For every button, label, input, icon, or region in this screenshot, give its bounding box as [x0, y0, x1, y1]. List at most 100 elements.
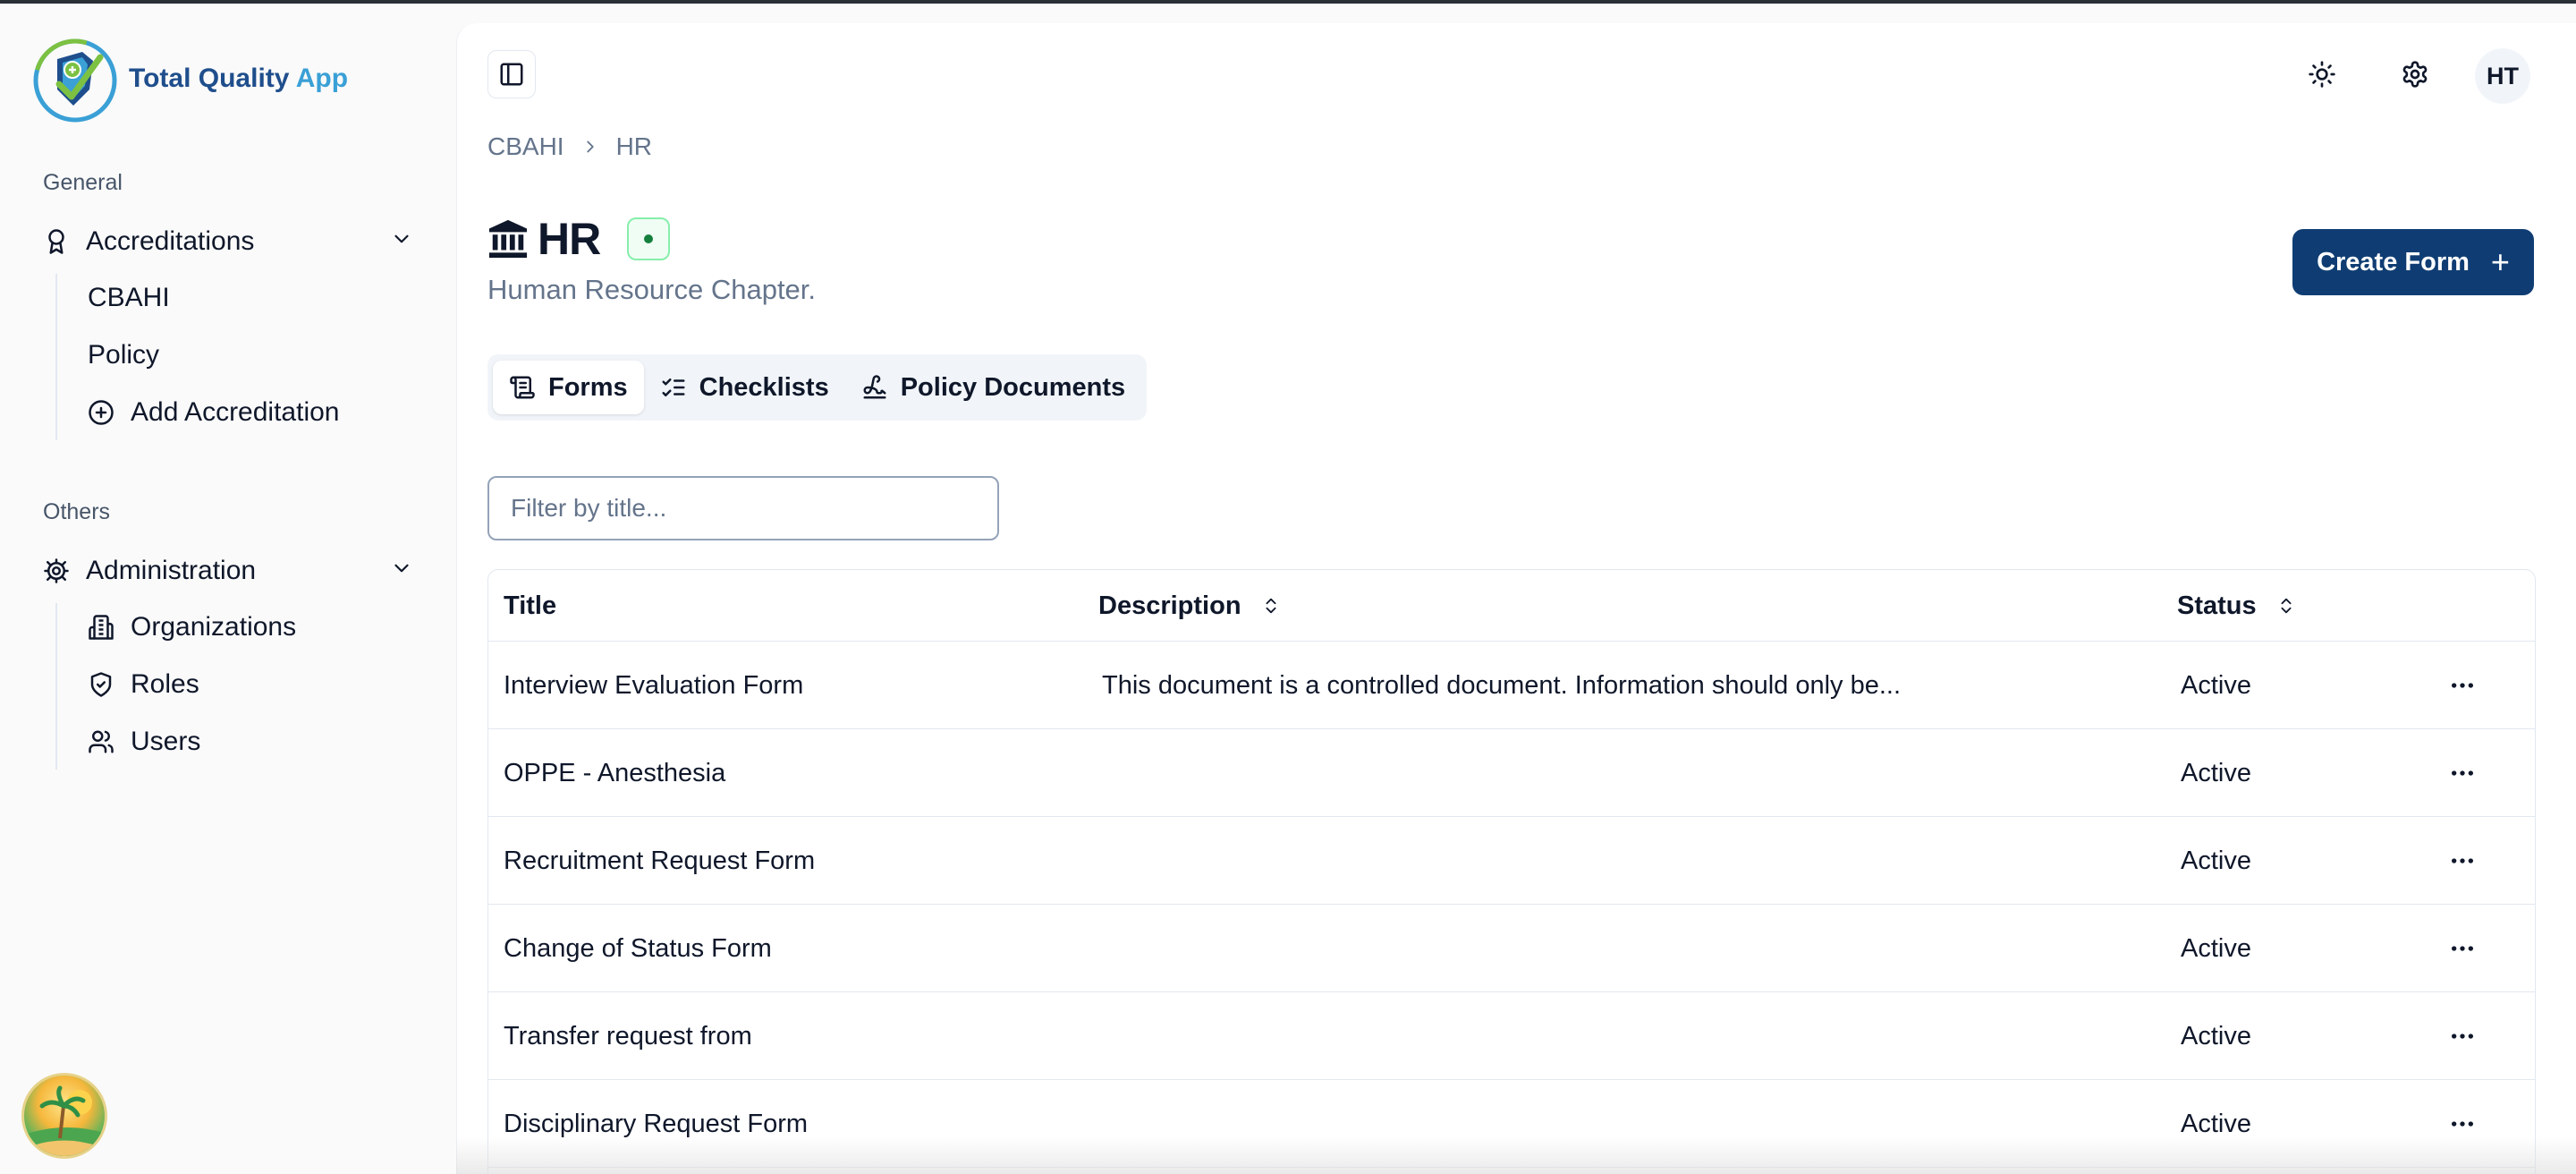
main-panel: HT CBAHI HR HR Human Resource Chapter. C…: [456, 23, 2576, 1174]
table-row[interactable]: Change of Status Form Active: [488, 905, 2535, 992]
cell-title: Interview Evaluation Form: [504, 670, 804, 700]
status-badge: [627, 217, 671, 260]
row-actions-button[interactable]: [2445, 844, 2479, 878]
cell-title: Change of Status Form: [504, 933, 772, 963]
breadcrumb-item-cbahi[interactable]: CBAHI: [487, 132, 564, 161]
table-row[interactable]: OPPE - Anesthesia Active: [488, 729, 2535, 817]
table-row[interactable]: Disciplinary Request Form Active: [488, 1080, 2535, 1168]
plus-icon: +: [2490, 243, 2510, 280]
chevron-down-icon[interactable]: [390, 557, 413, 580]
sidebar-item-organizations[interactable]: Organizations: [88, 612, 296, 642]
row-actions-button[interactable]: [2445, 756, 2479, 790]
cell-description: This document is a controlled document. …: [1102, 670, 1902, 700]
table-row[interactable]: Transfer request from Active: [488, 992, 2535, 1080]
breadcrumb: CBAHI HR: [487, 132, 652, 161]
app-name: Total Quality App: [129, 64, 348, 94]
content-tabs: Forms Checklists Policy Documents: [487, 354, 1148, 421]
tab-checklists[interactable]: Checklists: [644, 361, 845, 414]
page-header: HR: [487, 213, 671, 265]
theme-toggle-button[interactable]: [2298, 50, 2346, 98]
tab-policy-documents-label: Policy Documents: [900, 372, 1126, 402]
column-header-title[interactable]: Title: [504, 570, 556, 642]
column-header-description[interactable]: Description: [1098, 570, 1281, 642]
row-actions-button[interactable]: [2445, 1107, 2479, 1141]
sun-icon: [2309, 61, 2335, 88]
more-horizontal-icon: [2452, 683, 2473, 688]
forms-table: Title Description Status Interview Evalu…: [487, 569, 2536, 1174]
users-icon: [88, 728, 114, 755]
nav-accreditations[interactable]: Accreditations: [43, 224, 413, 259]
page-title: HR: [538, 214, 601, 264]
row-actions-button[interactable]: [2445, 932, 2479, 966]
group-label-others: Others: [43, 499, 111, 524]
breadcrumb-item-hr: HR: [615, 132, 653, 160]
table-row[interactable]: Recruitment Request Form Active: [488, 817, 2535, 905]
cell-status: Active: [2181, 1109, 2251, 1138]
sidebar-item-label: Policy: [88, 340, 160, 370]
user-avatar[interactable]: HT: [2475, 48, 2530, 104]
nav-accreditations-label: Accreditations: [86, 226, 255, 256]
beach-icon: [24, 1085, 105, 1156]
more-horizontal-icon: [2452, 770, 2473, 776]
panel-left-icon: [500, 63, 523, 86]
sidebar-item-label: Users: [131, 727, 201, 756]
sidebar-toggle-button[interactable]: [487, 50, 536, 98]
table-row[interactable]: Interview Evaluation Form This document …: [488, 642, 2535, 729]
tab-forms[interactable]: Forms: [493, 361, 644, 414]
app-logo[interactable]: Total Quality App: [30, 34, 348, 123]
sidebar-item-policy[interactable]: Policy: [88, 340, 159, 370]
submenu-line: [55, 274, 57, 440]
chevron-down-icon[interactable]: [390, 227, 413, 251]
table-header: Title Description Status: [488, 570, 2535, 642]
list-checks-icon: [660, 374, 687, 401]
create-form-button[interactable]: Create Form +: [2292, 229, 2534, 295]
column-header-status[interactable]: Status: [2177, 570, 2296, 642]
submenu-line: [55, 603, 57, 770]
tab-policy-documents[interactable]: Policy Documents: [845, 361, 1141, 414]
sidebar-item-users[interactable]: Users: [88, 727, 200, 757]
more-horizontal-icon: [2452, 1121, 2473, 1127]
award-icon: [43, 228, 70, 255]
filter-title-input[interactable]: [487, 476, 999, 540]
cell-status: Active: [2181, 758, 2251, 787]
building-icon: [88, 614, 114, 641]
more-horizontal-icon: [2452, 858, 2473, 863]
row-actions-button[interactable]: [2445, 668, 2479, 702]
assistant-avatar[interactable]: [21, 1073, 107, 1159]
sort-icon: [1261, 594, 1281, 617]
app-name-accent: App: [295, 64, 349, 93]
plus-circle-icon: [88, 399, 114, 426]
settings-button[interactable]: [2391, 50, 2439, 98]
sort-icon: [2276, 594, 2296, 617]
cell-status: Active: [2181, 846, 2251, 875]
sidebar-item-label: CBAHI: [88, 283, 170, 312]
cell-title: Recruitment Request Form: [504, 846, 816, 875]
page-subtitle: Human Resource Chapter.: [487, 274, 817, 305]
sidebar-item-roles[interactable]: Roles: [88, 669, 199, 700]
column-header-label: Title: [504, 591, 557, 620]
shield-icon: [88, 671, 114, 698]
signature-icon: [861, 374, 888, 401]
cell-title: Disciplinary Request Form: [504, 1109, 809, 1138]
app-name-main: Total Quality: [129, 64, 290, 93]
cell-status: Active: [2181, 1021, 2251, 1051]
column-header-label: Description: [1098, 591, 1241, 620]
nav-administration-label: Administration: [86, 556, 257, 585]
status-dot: [644, 234, 654, 243]
sidebar-item-label: Add Accreditation: [131, 397, 340, 427]
sidebar: Total Quality App General Accreditations…: [0, 4, 456, 1174]
cell-status: Active: [2181, 933, 2251, 963]
sidebar-item-add-accreditation[interactable]: Add Accreditation: [88, 397, 339, 428]
tab-forms-label: Forms: [548, 372, 628, 402]
sidebar-item-cbahi[interactable]: CBAHI: [88, 283, 170, 313]
cell-title: Transfer request from: [504, 1021, 752, 1051]
sidebar-item-label: Roles: [131, 669, 199, 699]
nav-administration[interactable]: Administration: [43, 553, 413, 589]
tab-checklists-label: Checklists: [699, 372, 829, 402]
group-label-general: General: [43, 170, 123, 195]
more-horizontal-icon: [2452, 946, 2473, 951]
cell-title: OPPE - Anesthesia: [504, 758, 726, 787]
row-actions-button[interactable]: [2445, 1019, 2479, 1053]
chevron-right-icon: [580, 137, 600, 157]
cell-status: Active: [2181, 670, 2251, 700]
